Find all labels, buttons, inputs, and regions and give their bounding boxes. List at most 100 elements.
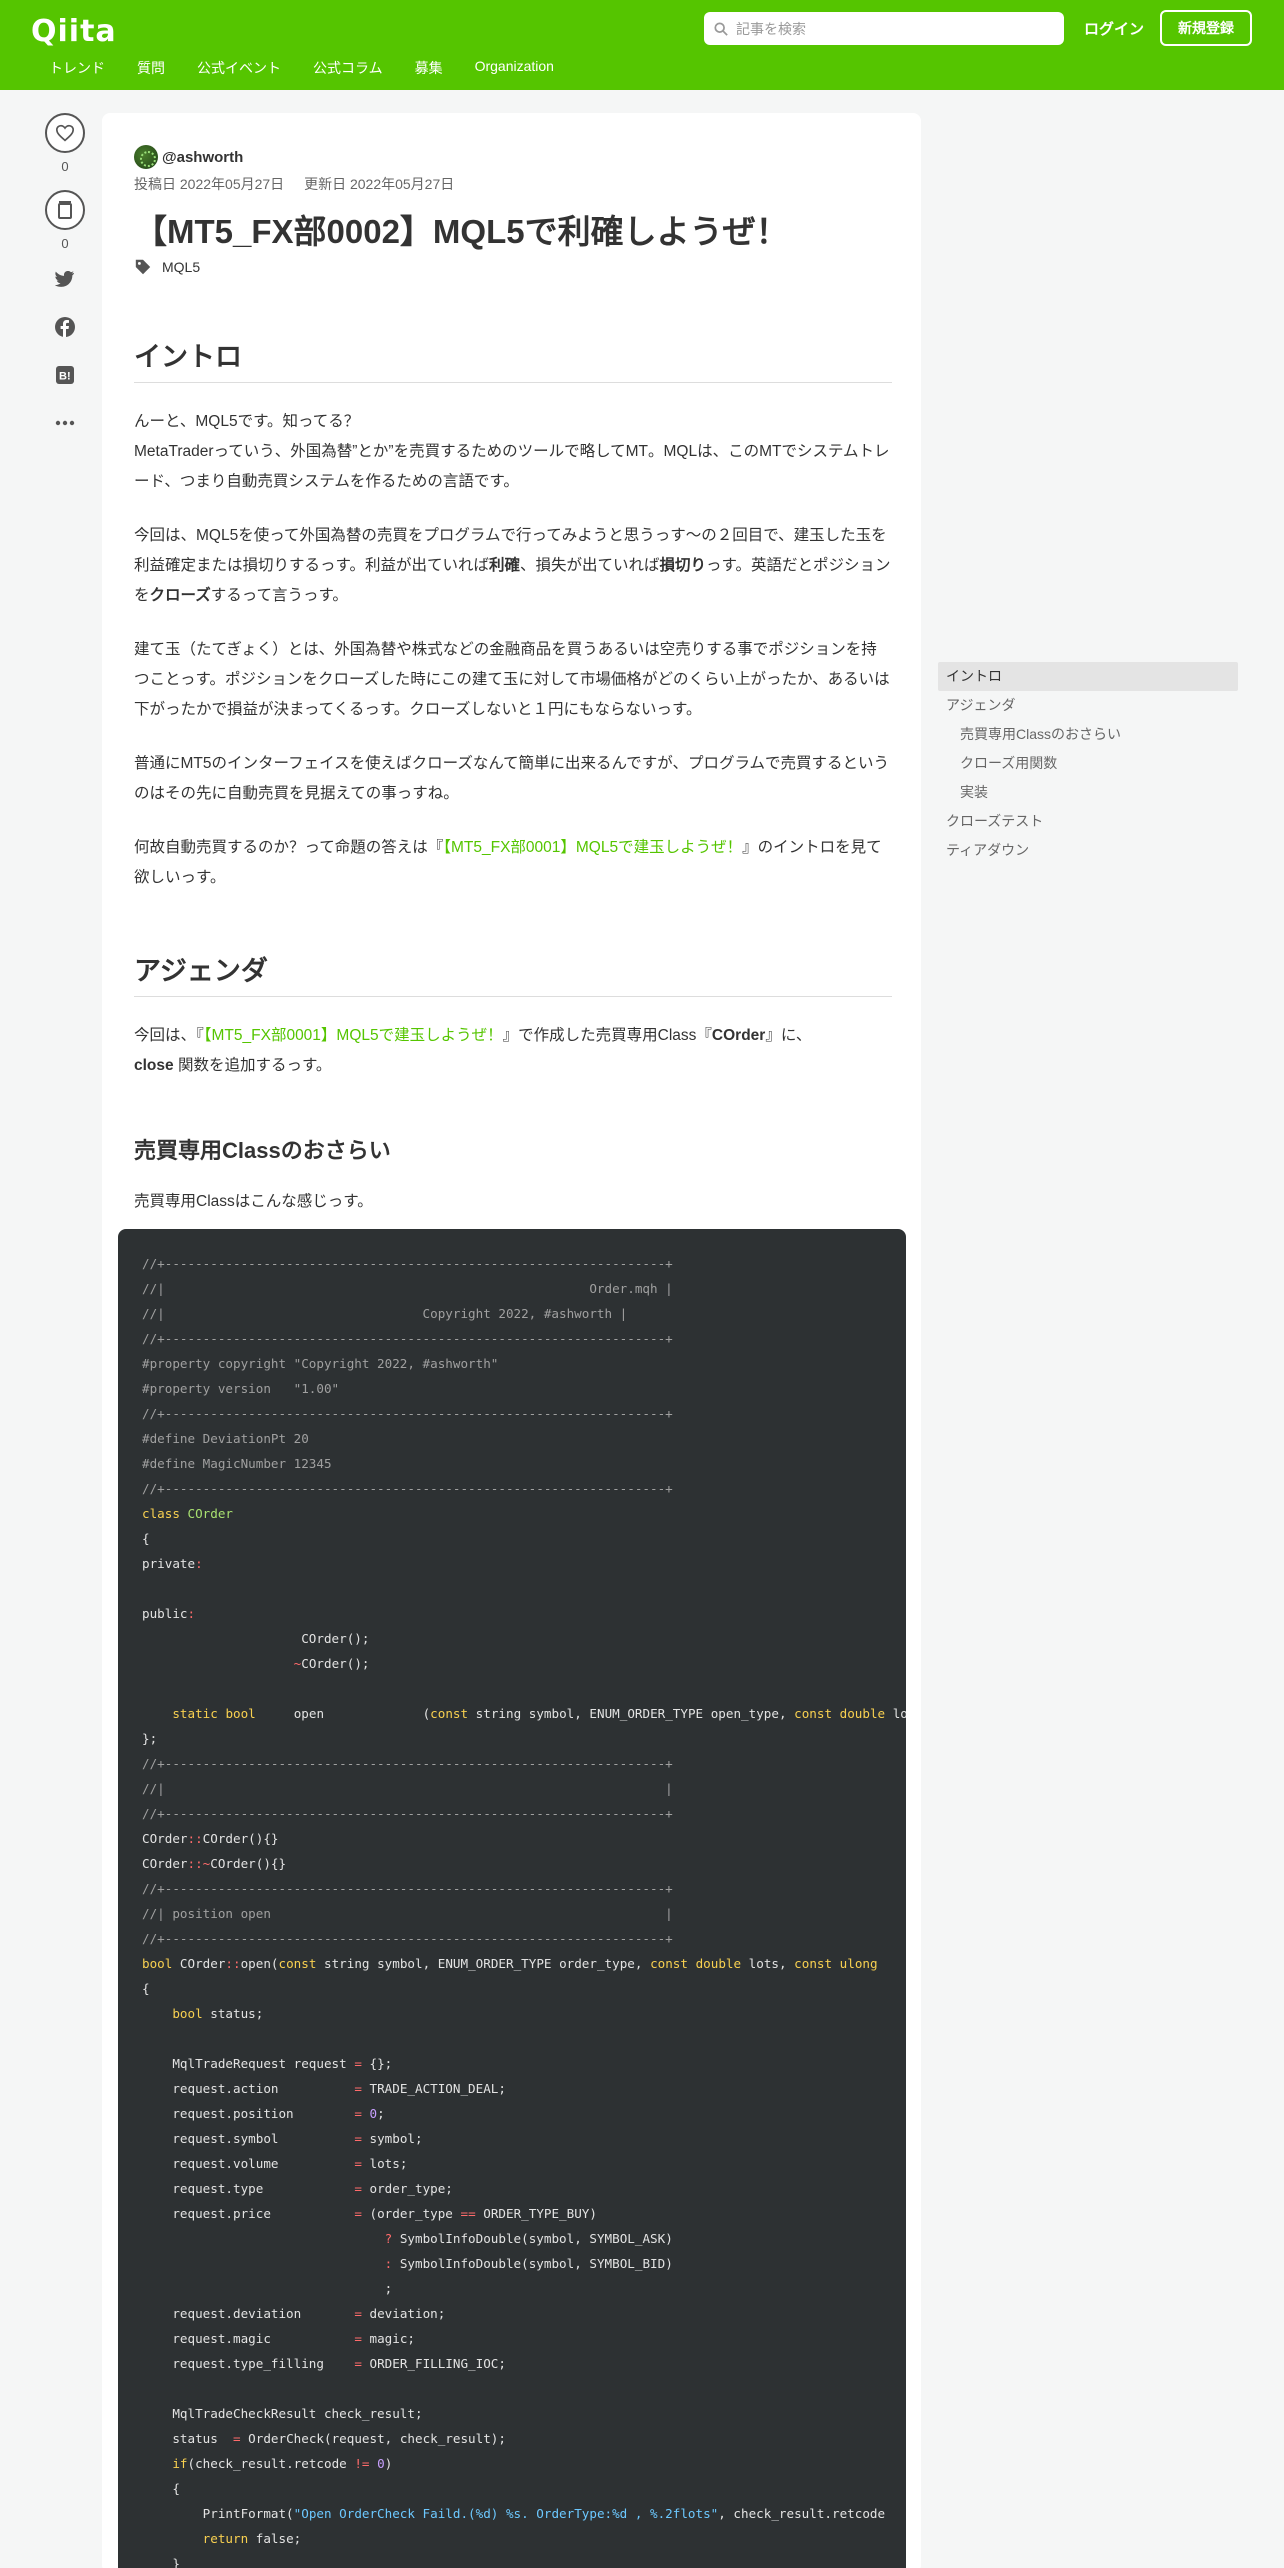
code-line: return false;	[202, 2531, 302, 2546]
avatar[interactable]	[134, 145, 158, 169]
hatena-bookmark-button[interactable]: B!	[45, 363, 85, 387]
text: 』で作成した売買専用Class『	[502, 1027, 712, 1044]
stock-icon	[58, 201, 72, 219]
code-line: COrder::COrder(){}	[142, 1831, 279, 1846]
table-of-contents: イントロ アジェンダ 売買専用Classのおさらい クローズ用関数 実装 クローズテストテ…	[938, 662, 1238, 865]
code-line: //| |	[142, 1781, 673, 1796]
search-icon	[714, 21, 728, 36]
code-line: request.magic = magic;	[142, 2331, 415, 2346]
code-line: request.action = TRADE_ACTION_DEAL;	[142, 2081, 506, 2096]
toc-item[interactable]: イントロ	[938, 662, 1238, 691]
bold-text: COrder	[711, 1027, 766, 1044]
code-block[interactable]: //+-------------------------------------…	[118, 1229, 906, 2568]
code-line: bool status;	[172, 2006, 264, 2021]
code-line: ? SymbolInfoDouble(symbol, SYMBOL_ASK)	[384, 2231, 673, 2246]
facebook-share-button[interactable]	[45, 315, 85, 339]
paragraph-intro-4: 普通にMT5のインターフェイスを使えばクローズなんて簡単に出来るんですが、プログ…	[134, 755, 890, 802]
toc-item[interactable]: 実装	[938, 778, 1238, 807]
code-line: {	[142, 1531, 150, 1546]
code-line: #define DeviationPt 20	[142, 1431, 309, 1446]
paragraph-intro-5: 何故自動売買するのか？って命題の答えは『【MT5_FX部0001】MQL5で建玉…	[134, 833, 892, 893]
article-link-0001[interactable]: 【MT5_FX部0001】MQL5で建玉しようぜ！	[443, 839, 742, 856]
signup-button[interactable]: 新規登録	[1160, 10, 1252, 46]
nav-item-events[interactable]: 公式イベント	[197, 58, 281, 78]
like-button[interactable]	[45, 113, 85, 153]
paragraph-intro-3: 建て玉（たてぎょく）とは、外国為替や株式などの金融商品を買うあるいは空売りする事…	[134, 641, 890, 718]
heading-review: 売買専用Classのおさらい	[134, 1138, 391, 1163]
bold-text: close	[134, 1057, 174, 1074]
text: 』に、	[765, 1027, 812, 1044]
svg-text:B!: B!	[59, 371, 71, 383]
more-dots-icon	[55, 420, 75, 426]
nav-item-organization[interactable]: Organization	[475, 58, 554, 78]
facebook-icon	[55, 317, 75, 337]
code-line: //| Order.mqh |	[142, 1281, 673, 1296]
tag-list: MQL5	[134, 258, 200, 276]
toc-item[interactable]: 売買専用Classのおさらい	[938, 720, 1238, 749]
code-line: //+-------------------------------------…	[142, 1931, 673, 1946]
text: 関数を追加するっす。	[173, 1057, 332, 1074]
code-line: PrintFormat("Open OrderCheck Faild.(%d) …	[142, 2506, 886, 2521]
code-line: request.deviation = deviation;	[142, 2306, 446, 2321]
code-line: #property copyright "Copyright 2022, #as…	[142, 1356, 499, 1371]
code-line: status = OrderCheck(request, check_resul…	[142, 2431, 506, 2446]
nav-item-columns[interactable]: 公式コラム	[313, 58, 383, 78]
search-input[interactable]	[736, 20, 1036, 37]
code-line: //+-------------------------------------…	[142, 1481, 673, 1496]
login-link[interactable]: ログイン	[1084, 18, 1144, 39]
code-line: ~COrder();	[293, 1656, 370, 1671]
paragraph-agenda: 今回は、『【MT5_FX部0001】MQL5で建玉しようぜ！』で作成した売買専用…	[134, 1021, 892, 1081]
article-link-0001[interactable]: 【MT5_FX部0001】MQL5で建玉しようぜ！	[204, 1027, 503, 1044]
code-line: private:	[142, 1556, 203, 1571]
article-title: 【MT5_FX部0002】MQL5で利確しようぜ！	[134, 213, 789, 250]
heart-icon	[55, 124, 75, 142]
code-line: //+-------------------------------------…	[142, 1881, 673, 1896]
author-name[interactable]: @ashworth	[162, 149, 243, 166]
nav-item-trend[interactable]: トレンド	[49, 58, 105, 78]
toc-item[interactable]: アジェンダ	[938, 691, 1238, 720]
toc-item[interactable]: ティアダウン	[938, 836, 1238, 865]
code-line: //+-------------------------------------…	[142, 1331, 673, 1346]
code-line: : SymbolInfoDouble(symbol, SYMBOL_BID)	[384, 2256, 673, 2271]
author-info[interactable]: @ashworth	[134, 145, 243, 169]
paragraph-intro-2: 今回は、MQL5を使って外国為替の売買をプログラムで行ってみようと思うっす～の２…	[134, 521, 892, 611]
stock-count: 0	[61, 236, 69, 251]
toc-item[interactable]: クローズ用関数	[938, 749, 1238, 778]
code-line: request.type = order_type;	[142, 2181, 453, 2196]
article-dates: 投稿日 2022年05月27日 更新日 2022年05月27日	[134, 174, 470, 194]
bold-text: 損切り	[659, 557, 706, 574]
more-options-button[interactable]	[45, 411, 85, 435]
code-line: COrder::~COrder(){}	[142, 1856, 287, 1871]
code-line: {	[142, 1981, 150, 1996]
like-count: 0	[61, 159, 69, 174]
article-body: イントロ んーと、MQL5です。知ってる？ MetaTraderっていう、外国為…	[134, 335, 892, 1241]
code-line: bool COrder::open(const string symbol, E…	[142, 1956, 878, 1971]
twitter-share-button[interactable]	[45, 267, 85, 291]
code-line: static bool open (const string symbol, E…	[172, 1706, 906, 1721]
toc-item[interactable]: クローズテスト	[938, 807, 1238, 836]
code-line: MqlTradeRequest request = {};	[142, 2056, 393, 2071]
paragraph-review: 売買専用Classはこんな感じっす。	[134, 1193, 373, 1210]
heading-intro: イントロ	[134, 335, 892, 383]
code-line: //+-------------------------------------…	[142, 1406, 673, 1421]
paragraph-intro-1: んーと、MQL5です。知ってる？ MetaTraderっていう、外国為替”とか”…	[134, 407, 892, 497]
code-line: //+-------------------------------------…	[142, 1256, 673, 1271]
code-line: if(check_result.retcode != 0)	[172, 2456, 393, 2471]
article-card: @ashworth 投稿日 2022年05月27日 更新日 2022年05月27…	[102, 113, 921, 2568]
qiita-logo[interactable]: Qiita	[31, 14, 117, 49]
site-header: Qiita ログイン 新規登録 トレンド 質問 公式イベント 公式コラム 募集 …	[0, 0, 1284, 90]
code-line: //+-------------------------------------…	[142, 1756, 673, 1771]
code-line: ;	[142, 2281, 393, 2296]
heading-agenda: アジェンダ	[134, 949, 892, 997]
twitter-icon	[55, 270, 75, 287]
code-line: //| Copyright 2022, #ashworth |	[142, 1306, 628, 1321]
stock-button[interactable]	[45, 190, 85, 230]
tag-mql5[interactable]: MQL5	[162, 259, 200, 275]
nav-item-question[interactable]: 質問	[137, 58, 165, 78]
code-line: request.price = (order_type == ORDER_TYP…	[142, 2206, 597, 2221]
global-nav: トレンド 質問 公式イベント 公式コラム 募集 Organization	[49, 58, 586, 78]
search-box[interactable]	[704, 12, 1064, 45]
code-line: request.position = 0;	[142, 2106, 385, 2121]
tag-icon	[135, 259, 151, 275]
nav-item-recruit[interactable]: 募集	[415, 58, 443, 78]
